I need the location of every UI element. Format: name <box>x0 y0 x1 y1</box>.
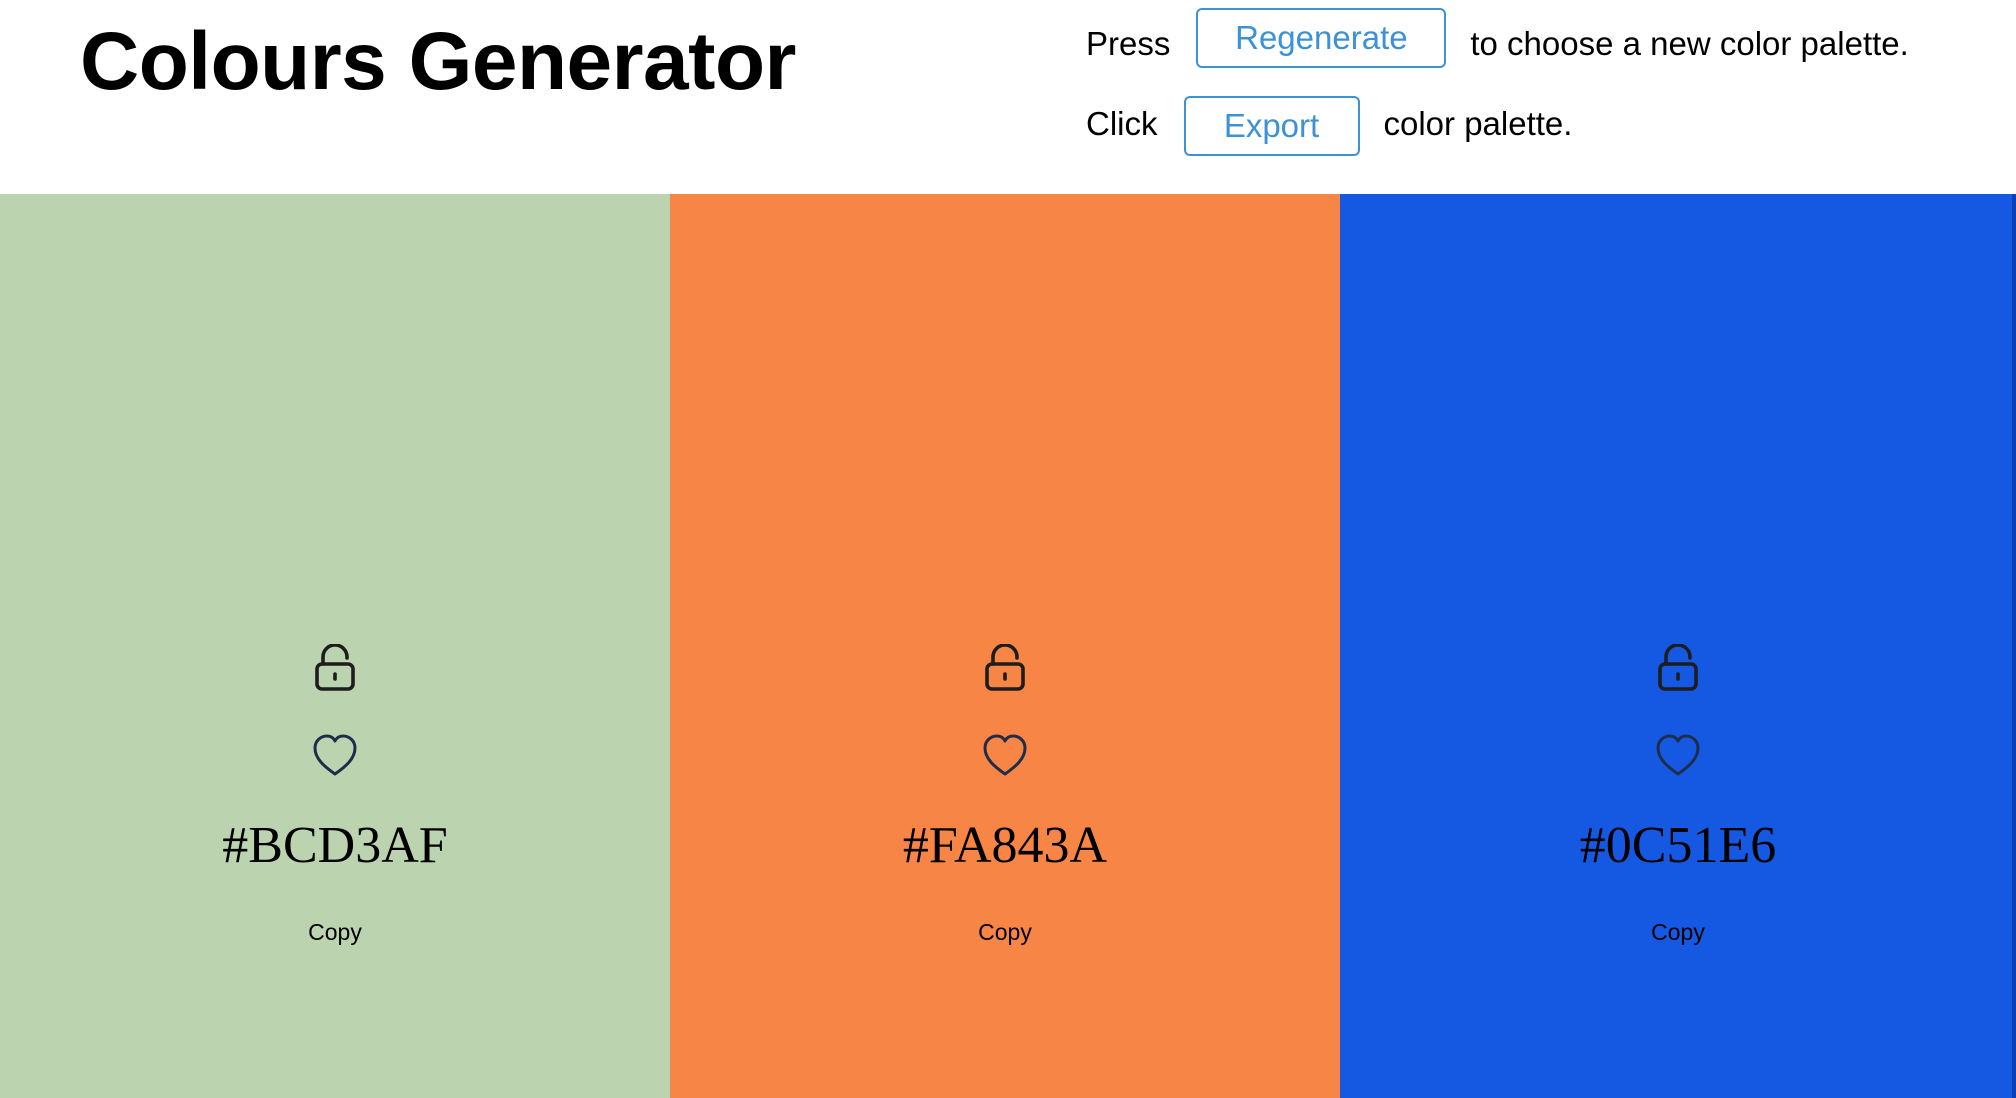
regenerate-suffix-text: to choose a new color palette. <box>1470 25 1909 62</box>
export-suffix-text: color palette. <box>1383 105 1573 142</box>
heart-outline-icon[interactable] <box>1654 732 1702 778</box>
export-button[interactable]: Export <box>1183 96 1360 156</box>
export-prefix-text: Click <box>1086 105 1158 142</box>
regenerate-instruction: Press Regenerate to choose a new color p… <box>1086 8 1909 74</box>
hex-code: #FA843A <box>902 817 1108 874</box>
hex-code: #BCD3AF <box>222 817 448 874</box>
heart-outline-icon[interactable] <box>981 732 1029 778</box>
export-instruction: Click Export color palette. <box>1086 94 1573 156</box>
regenerate-button[interactable]: Regenerate <box>1196 8 1447 68</box>
unlocked-padlock-icon[interactable] <box>983 643 1027 692</box>
color-column: #0C51E6 Copy <box>1340 194 2016 1098</box>
copy-button[interactable]: Copy <box>1340 918 2016 946</box>
page: Colours Generator Press Regenerate to ch… <box>0 0 2016 1098</box>
color-palette: #BCD3AF Copy #FA843A Copy #0C51E6 Copy <box>0 194 2016 1098</box>
copy-button[interactable]: Copy <box>0 918 670 946</box>
color-column: #BCD3AF Copy <box>0 194 670 1098</box>
copy-button[interactable]: Copy <box>670 918 1340 946</box>
hex-code: #0C51E6 <box>1579 817 1777 874</box>
unlocked-padlock-icon[interactable] <box>313 643 357 692</box>
color-column: #FA843A Copy <box>670 194 1340 1098</box>
scrollbar-edge[interactable] <box>2012 194 2016 1098</box>
app-title: Colours Generator <box>80 16 796 107</box>
heart-outline-icon[interactable] <box>311 732 359 778</box>
unlocked-padlock-icon[interactable] <box>1656 643 1700 692</box>
regenerate-prefix-text: Press <box>1086 25 1171 62</box>
